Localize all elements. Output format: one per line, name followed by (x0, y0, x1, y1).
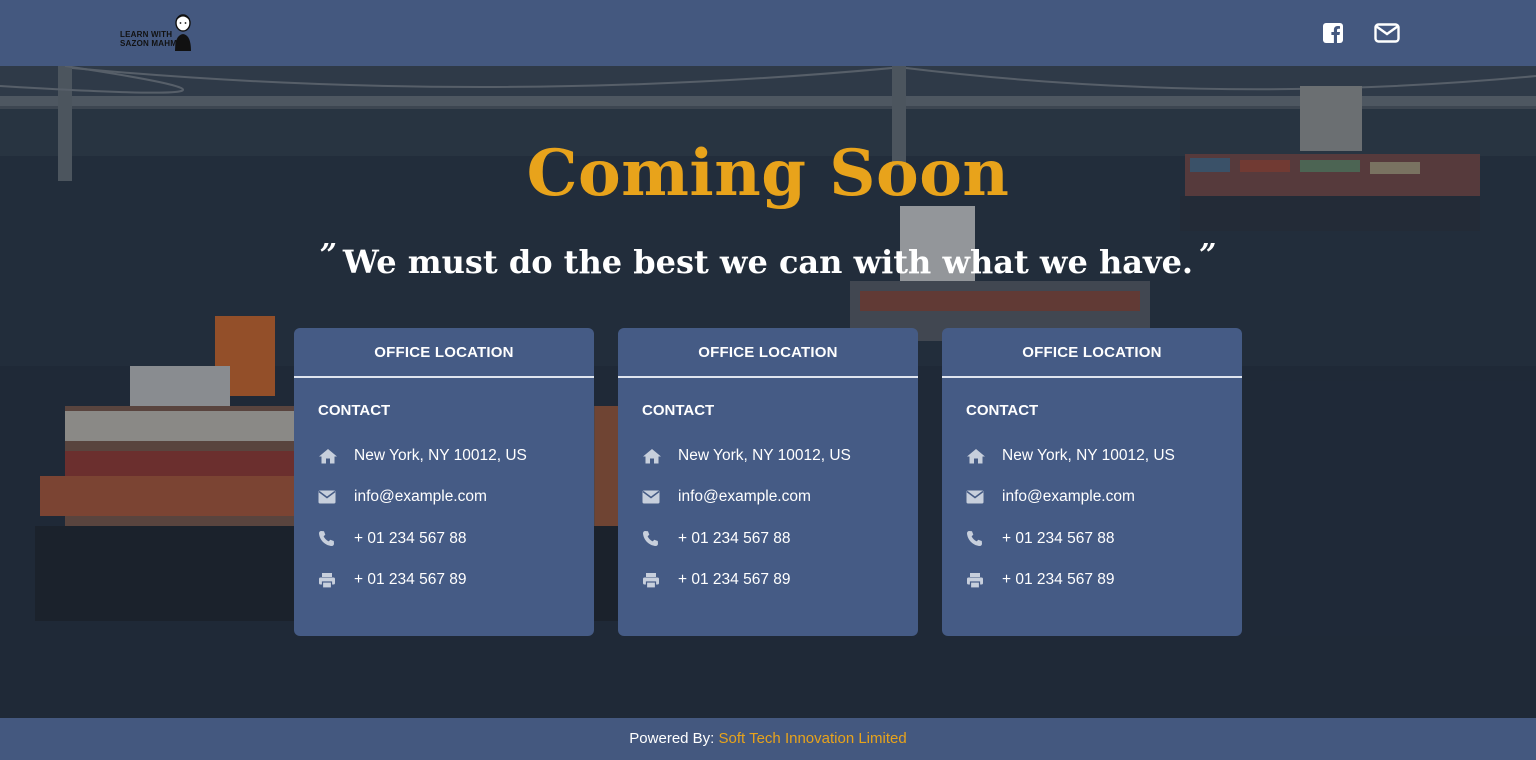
printer-icon (642, 572, 678, 589)
email-row: info@example.com (318, 477, 570, 519)
contact-title: CONTACT (966, 402, 1039, 419)
home-icon (966, 448, 1002, 464)
email-row: info@example.com (642, 477, 894, 519)
home-icon (318, 448, 354, 464)
envelope-icon (318, 490, 354, 504)
phone-row: + 01 234 567 88 (318, 518, 570, 560)
quote-text: We must do the best we can with what we … (342, 243, 1194, 281)
contact-title: CONTACT (642, 402, 715, 419)
office-card: OFFICE LOCATION CONTACT New York, NY 100… (618, 328, 918, 636)
office-card: OFFICE LOCATION CONTACT New York, NY 100… (294, 328, 594, 636)
phone-icon (318, 530, 354, 547)
site-logo[interactable]: LEARN WITH SAZON MAHMUD (120, 13, 196, 53)
footer-brand-link[interactable]: Soft Tech Innovation Limited (719, 730, 907, 747)
printer-icon (318, 572, 354, 589)
address-row: New York, NY 10012, US (318, 435, 570, 477)
phone-row: + 01 234 567 88 (966, 518, 1218, 560)
home-icon (642, 448, 678, 464)
envelope-icon (966, 490, 1002, 504)
address-row: New York, NY 10012, US (966, 435, 1218, 477)
email-row: info@example.com (966, 477, 1218, 519)
phone-icon (966, 530, 1002, 547)
fax-row: + 01 234 567 89 (318, 560, 570, 602)
footer: Powered By: Soft Tech Innovation Limited (0, 718, 1536, 760)
card-heading: OFFICE LOCATION (294, 328, 594, 378)
fax-row: + 01 234 567 89 (966, 560, 1218, 602)
phone-icon (642, 530, 678, 547)
envelope-icon[interactable] (1374, 20, 1400, 46)
footer-prefix: Powered By: (629, 730, 715, 747)
logo-portrait-icon (175, 14, 191, 51)
office-card: OFFICE LOCATION CONTACT New York, NY 100… (942, 328, 1242, 636)
page-title: Coming Soon (526, 136, 1010, 211)
card-heading: OFFICE LOCATION (942, 328, 1242, 378)
quote-open-mark: ” (319, 238, 337, 273)
contact-title: CONTACT (318, 402, 391, 419)
hero-quote: ” We must do the best we can with what we… (0, 238, 1536, 281)
facebook-icon[interactable] (1320, 20, 1346, 46)
card-heading: OFFICE LOCATION (618, 328, 918, 378)
fax-row: + 01 234 567 89 (642, 560, 894, 602)
address-row: New York, NY 10012, US (642, 435, 894, 477)
quote-close-mark: ” (1199, 238, 1217, 273)
top-navbar: LEARN WITH SAZON MAHMUD (0, 0, 1536, 66)
printer-icon (966, 572, 1002, 589)
envelope-icon (642, 490, 678, 504)
phone-row: + 01 234 567 88 (642, 518, 894, 560)
